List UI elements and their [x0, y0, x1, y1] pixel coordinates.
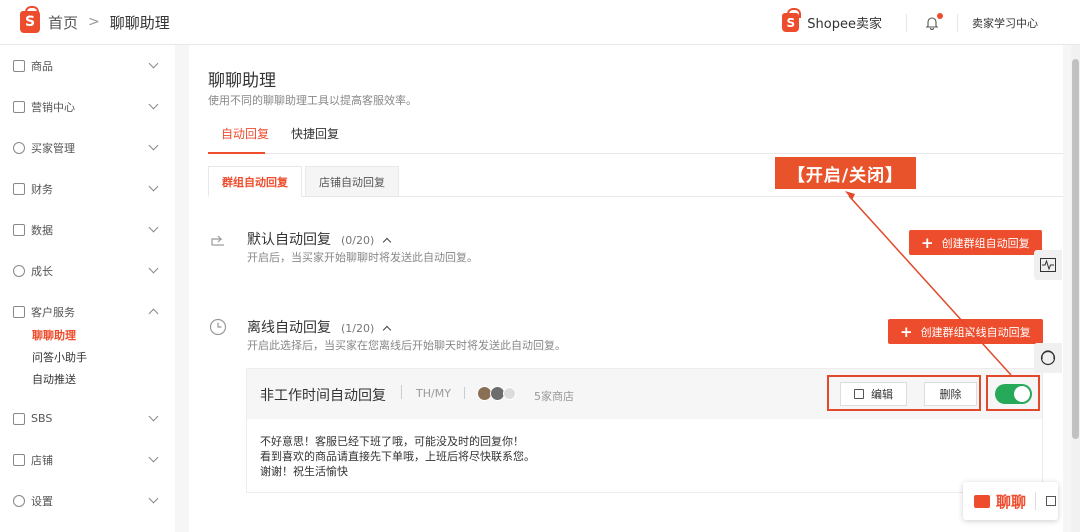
header-divider: [906, 13, 907, 32]
divider: [1035, 492, 1037, 510]
pulse-icon: [1040, 258, 1056, 272]
customer-support-button[interactable]: [1034, 343, 1062, 373]
annotation-label: 【开启/关闭】: [775, 157, 916, 189]
chat-icon: [974, 494, 990, 508]
shopee-bag-icon: S: [782, 8, 802, 32]
chat-widget[interactable]: 聊聊: [963, 482, 1058, 520]
headset-icon: [1040, 350, 1056, 366]
bell-icon[interactable]: [925, 12, 943, 30]
shopee-logo-icon[interactable]: S: [20, 6, 40, 33]
brand-label: Shopee卖家: [807, 17, 882, 32]
breadcrumb-home[interactable]: 首页: [48, 12, 78, 33]
scrollbar-thumb[interactable]: [1072, 59, 1079, 439]
header-divider-2: [957, 13, 958, 32]
breadcrumb-current: 聊聊助理: [109, 13, 170, 32]
notification-dot: [937, 12, 943, 19]
expand-icon[interactable]: [1046, 496, 1057, 506]
scrollbar[interactable]: [1071, 45, 1080, 532]
shopee-seller-brand[interactable]: S Shopee卖家: [782, 8, 882, 32]
learning-center-link[interactable]: 卖家学习中心: [972, 15, 1038, 31]
chat-label: 聊聊: [996, 492, 1027, 511]
breadcrumb-separator: >: [88, 14, 100, 30]
annotation-arrow: [845, 191, 1012, 376]
top-header: S 首页 > 聊聊助理 S Shopee卖家 卖家学习中心: [0, 0, 1080, 45]
activity-monitor-button[interactable]: [1034, 250, 1062, 280]
